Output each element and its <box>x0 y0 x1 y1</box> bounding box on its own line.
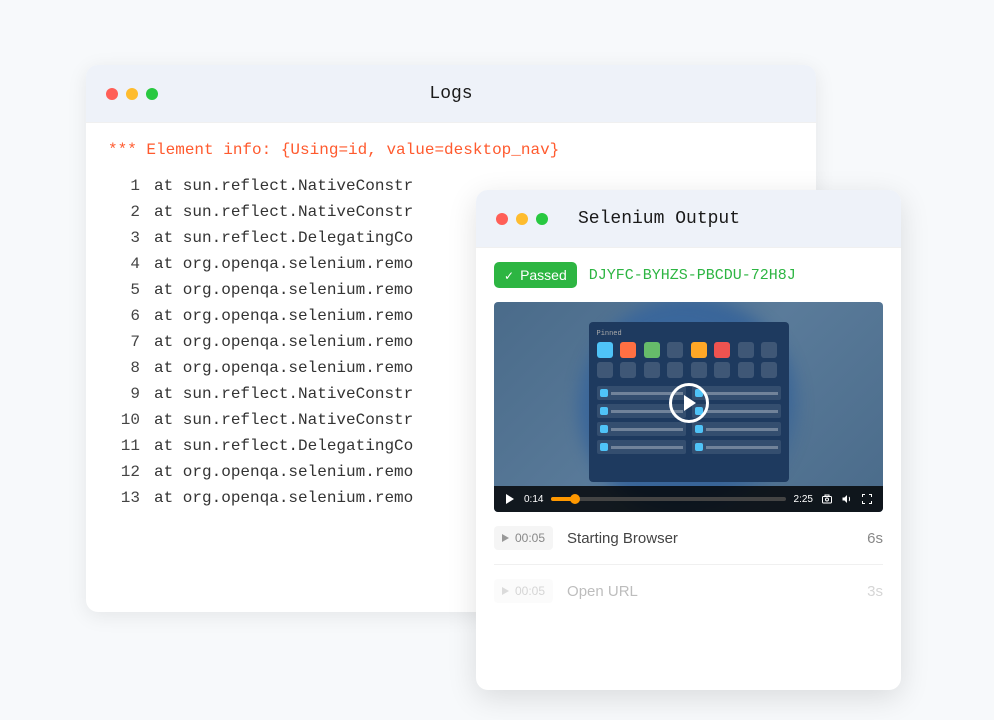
step-timestamp: 00:05 <box>515 584 545 598</box>
video-duration: 2:25 <box>794 494 813 505</box>
step-time-badge[interactable]: 00:05 <box>494 579 553 603</box>
traffic-lights <box>496 213 548 225</box>
line-number: 5 <box>108 281 140 299</box>
logs-titlebar[interactable]: Logs <box>86 65 816 123</box>
line-number: 12 <box>108 463 140 481</box>
volume-icon[interactable] <box>841 493 853 505</box>
camera-icon[interactable] <box>821 493 833 505</box>
video-player[interactable]: Pinned <box>494 302 883 512</box>
test-id: DJYFC-BYHZS-PBCDU-72H8J <box>589 267 796 284</box>
test-step-row[interactable]: 00:05 Open URL 3s <box>494 565 883 617</box>
play-icon <box>684 395 696 411</box>
close-icon[interactable] <box>106 88 118 100</box>
step-duration: 6s <box>867 530 883 547</box>
line-number: 4 <box>108 255 140 273</box>
step-timestamp: 00:05 <box>515 531 545 545</box>
play-icon <box>502 587 509 595</box>
video-controls: 0:14 2:25 <box>494 486 883 512</box>
minimize-icon[interactable] <box>126 88 138 100</box>
line-number: 3 <box>108 229 140 247</box>
step-label: Open URL <box>567 583 853 600</box>
selenium-content: Passed DJYFC-BYHZS-PBCDU-72H8J Pinned <box>476 248 901 631</box>
step-label: Starting Browser <box>567 530 853 547</box>
desktop-label: Pinned <box>597 330 781 338</box>
line-number: 13 <box>108 489 140 507</box>
traffic-lights <box>106 88 158 100</box>
line-number: 1 <box>108 177 140 195</box>
line-number: 9 <box>108 385 140 403</box>
play-control-icon[interactable] <box>504 493 516 505</box>
play-button[interactable] <box>669 383 709 423</box>
close-icon[interactable] <box>496 213 508 225</box>
step-duration: 3s <box>867 583 883 600</box>
line-number: 2 <box>108 203 140 221</box>
test-step-row[interactable]: 00:05 Starting Browser 6s <box>494 512 883 565</box>
fullscreen-icon[interactable] <box>861 493 873 505</box>
element-info-line: *** Element info: {Using=id, value=deskt… <box>108 141 794 159</box>
check-icon <box>504 267 514 283</box>
selenium-titlebar[interactable]: Selenium Output <box>476 190 901 248</box>
line-number: 10 <box>108 411 140 429</box>
line-number: 8 <box>108 359 140 377</box>
current-time: 0:14 <box>524 494 543 505</box>
status-row: Passed DJYFC-BYHZS-PBCDU-72H8J <box>494 262 883 288</box>
selenium-title: Selenium Output <box>578 209 740 229</box>
maximize-icon[interactable] <box>536 213 548 225</box>
play-icon <box>502 534 509 542</box>
selenium-output-window: Selenium Output Passed DJYFC-BYHZS-PBCDU… <box>476 190 901 690</box>
line-number: 6 <box>108 307 140 325</box>
passed-badge: Passed <box>494 262 577 288</box>
status-label: Passed <box>520 267 567 283</box>
logs-title: Logs <box>429 84 472 104</box>
step-time-badge[interactable]: 00:05 <box>494 526 553 550</box>
progress-bar[interactable] <box>551 497 785 501</box>
maximize-icon[interactable] <box>146 88 158 100</box>
line-number: 11 <box>108 437 140 455</box>
line-number: 7 <box>108 333 140 351</box>
minimize-icon[interactable] <box>516 213 528 225</box>
